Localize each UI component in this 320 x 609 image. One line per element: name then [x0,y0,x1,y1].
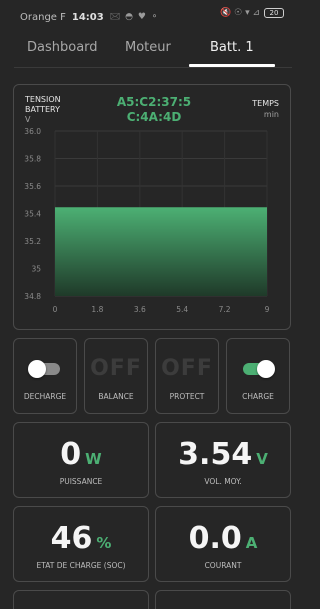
avg-voltage-value: 3.54 [178,437,253,472]
tab-bar: Dashboard Moteur Batt. 1 [14,38,292,68]
voltage-chart-card: 36.0 35.8 35.6 35.4 35.2 35 34.8 0 1.8 3.6 5.4 7.2 9… [13,84,291,330]
device-address: A5:C2:37:5 C:4A:4D [94,95,214,125]
y-tick-label: 34.8 [24,292,41,301]
x-tick-label: 9 [265,305,270,314]
charge-card[interactable]: CHARGE [226,338,290,414]
chart-x-unit: min [263,110,279,119]
system-icons: 🔇 ☉ ▾ ⊿ [220,8,260,18]
next-card-right [155,590,291,609]
decharge-switch[interactable] [28,360,60,378]
y-tick-label: 35.6 [24,182,41,191]
y-tick-label: 35.4 [24,210,41,219]
device-address-line2: C:4A:4D [126,110,182,124]
tab-dashboard[interactable]: Dashboard [27,40,98,55]
tab-moteur[interactable]: Moteur [125,40,171,55]
next-card-left [13,590,149,609]
current-value: 0.0 [188,521,242,556]
charge-label: CHARGE [242,392,274,401]
chart-y-unit: V [25,115,31,124]
status-bar: Orange F 14:03 🖂 ◓ ♥ ⚬ 🔇 ☉ ▾ ⊿ 20 [0,0,304,30]
current-card: 0.0 A COURANT [155,506,291,582]
notification-icons: 🖂 ◓ ♥ ⚬ [109,12,160,22]
chart-y-title-line2: BATTERY [25,105,60,114]
y-tick-label: 35.8 [24,155,41,164]
balance-state: OFF [90,356,142,381]
power-unit: W [85,450,102,468]
power-value: 0 [60,437,82,472]
battery-icon: 20 [264,8,284,18]
protect-card[interactable]: OFF PROTECT [155,338,219,414]
device-address-line1: A5:C2:37:5 [116,95,192,109]
x-tick-label: 5.4 [176,305,188,314]
clock: 14:03 [71,11,104,23]
current-label: COURANT [204,561,242,570]
soc-unit: % [96,534,112,552]
x-tick-label: 0 [53,305,58,314]
soc-value: 46 [50,521,93,556]
x-tick-label: 7.2 [219,305,231,314]
y-tick-label: 36.0 [24,127,41,136]
tab-batt-1[interactable]: Batt. 1 [210,40,254,55]
chart-x-title: TEMPS [252,99,279,108]
x-tick-label: 3.6 [134,305,146,314]
avg-voltage-label: VOL. MOY. [204,477,242,486]
switch-knob [257,360,275,378]
balance-card[interactable]: OFF BALANCE [84,338,148,414]
switch-knob [28,360,46,378]
decharge-label: DECHARGE [23,392,67,401]
avg-voltage-unit: V [256,450,268,468]
avg-voltage-card: 3.54 V VOL. MOY. [155,422,291,498]
y-tick-label: 35.2 [24,237,41,246]
chart-y-title-line1: TENSION [25,95,61,104]
x-tick-label: 1.8 [91,305,103,314]
charge-switch[interactable] [243,360,275,378]
power-card: 0W PUISSANCE [13,422,149,498]
chart-y-title: TENSION BATTERY [25,95,61,115]
power-label: PUISSANCE [59,477,103,486]
soc-card: 46% ETAT DE CHARGE (SOC) [13,506,149,582]
active-tab-indicator [189,64,275,67]
carrier-label: Orange F [20,11,66,23]
voltage-area [55,208,267,296]
protect-state: OFF [161,356,213,381]
protect-label: PROTECT [169,392,205,401]
decharge-card[interactable]: DECHARGE [13,338,77,414]
balance-label: BALANCE [98,392,134,401]
soc-label: ETAT DE CHARGE (SOC) [36,561,126,570]
current-unit: A [245,534,258,552]
y-tick-label: 35 [31,265,41,274]
